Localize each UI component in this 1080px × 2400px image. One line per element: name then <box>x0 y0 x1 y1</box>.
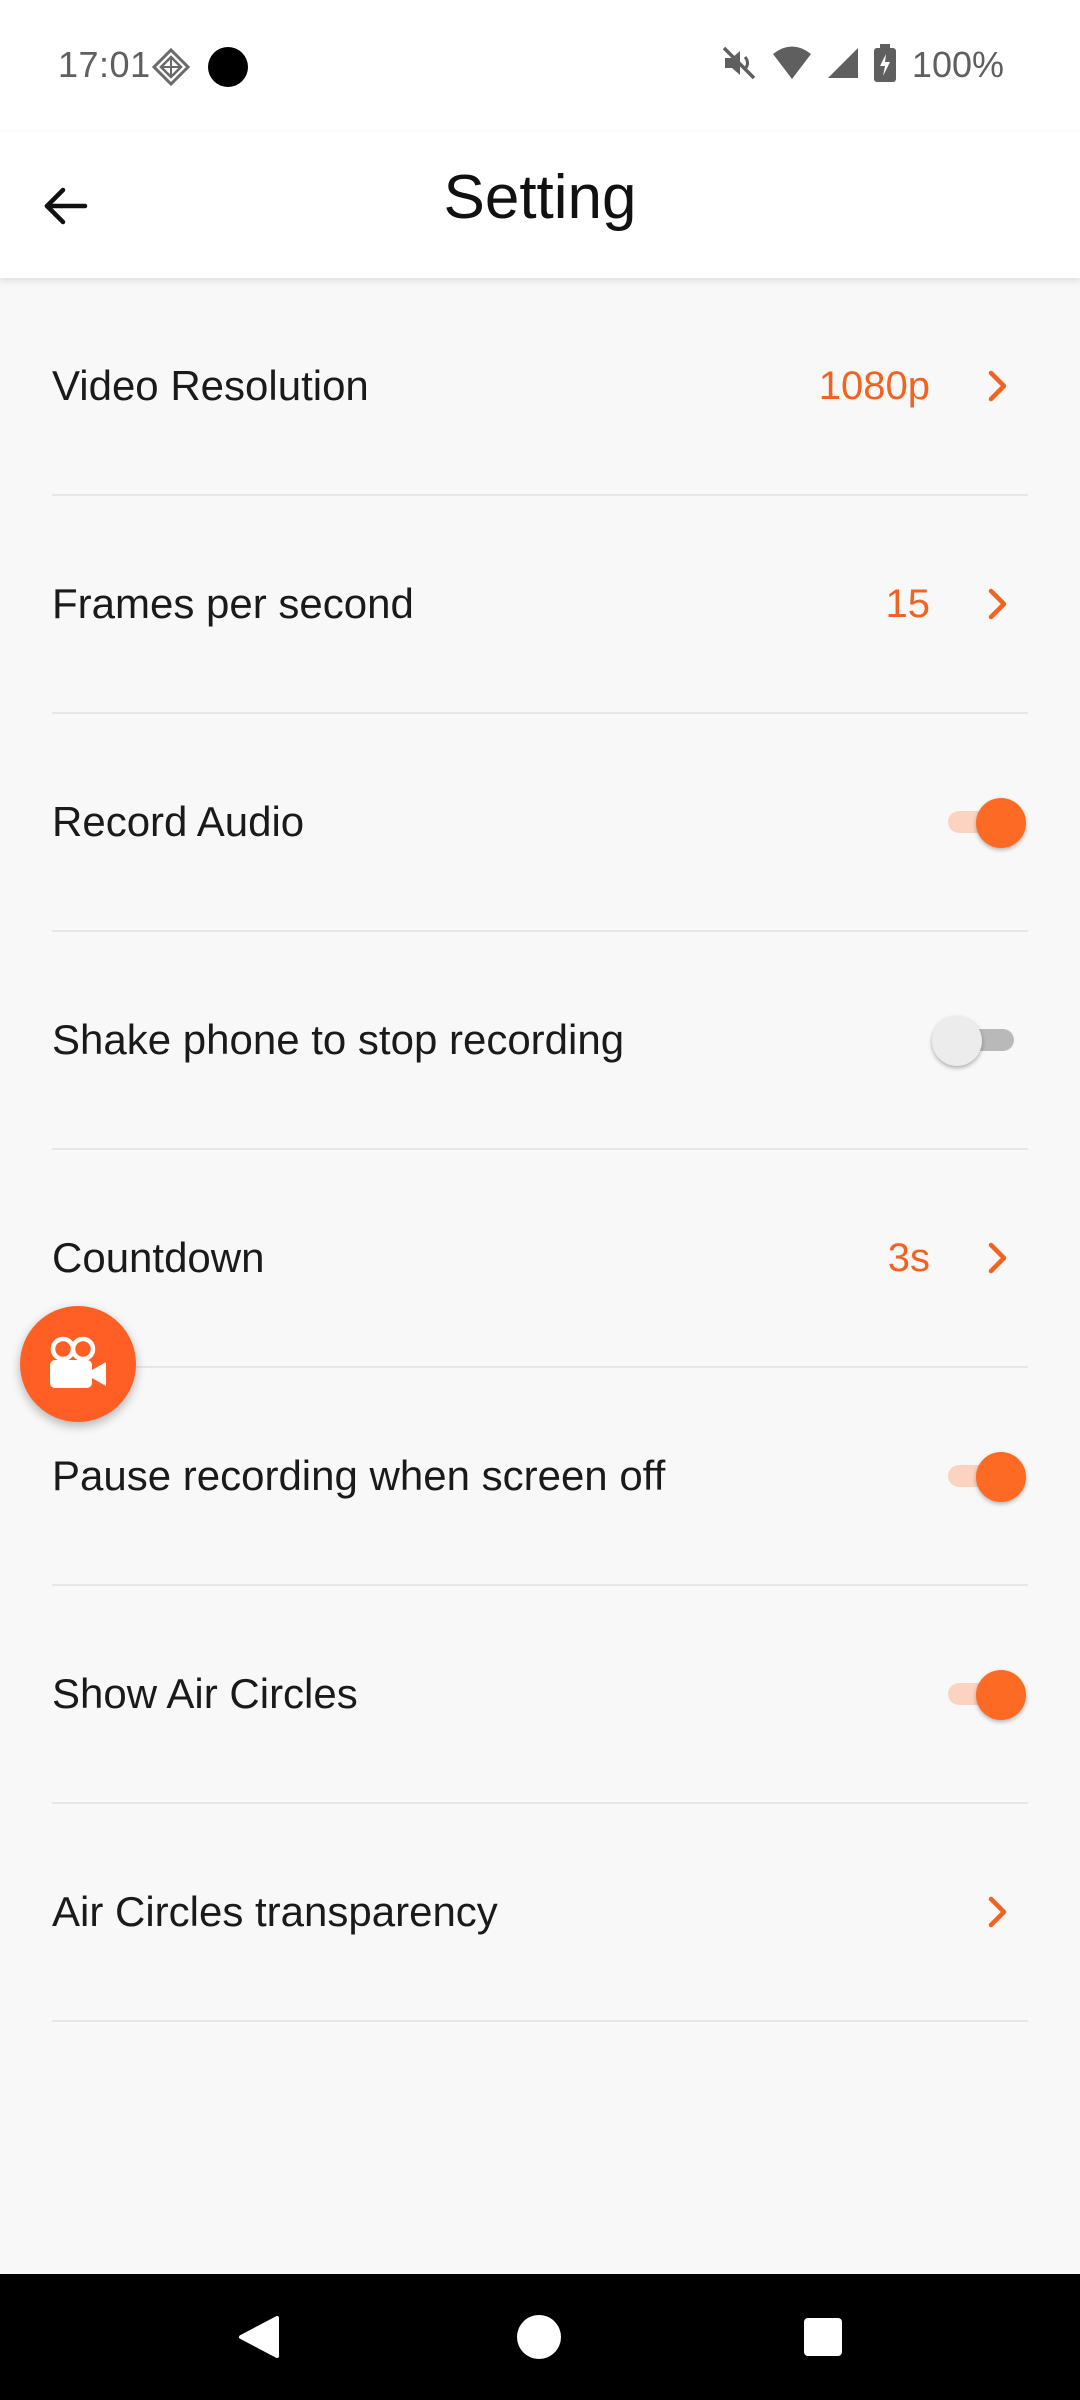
nav-recents-icon[interactable] <box>798 2312 848 2362</box>
chevron-right-icon <box>988 370 1007 402</box>
setting-pause-screen-off: Pause recording when screen off <box>0 1368 1080 1586</box>
status-bar: 17:01 100% <box>0 0 1080 132</box>
floating-record-button[interactable] <box>20 1306 136 1422</box>
divider <box>52 2020 1028 2022</box>
status-icons: 100% <box>720 42 1004 88</box>
settings-list: Video Resolution 1080p Frames per second… <box>0 278 1080 2022</box>
nav-back-icon[interactable] <box>233 2312 283 2362</box>
page-title: Setting <box>443 163 637 232</box>
setting-value: 3s <box>887 1236 930 1280</box>
signal-icon <box>826 46 860 85</box>
setting-video-resolution[interactable]: Video Resolution 1080p <box>0 278 1080 496</box>
setting-label: Shake phone to stop recording <box>52 1016 625 1063</box>
show-air-circles-toggle[interactable] <box>932 1666 1028 1722</box>
app-notification-icon <box>151 47 191 87</box>
toggle-knob <box>976 1670 1026 1720</box>
battery-charging-icon <box>873 43 896 87</box>
setting-label: Pause recording when screen off <box>52 1452 666 1499</box>
setting-label: Frames per second <box>52 580 414 627</box>
record-dot-icon <box>208 47 248 87</box>
toggle-knob <box>932 1016 982 1066</box>
mute-icon <box>720 44 758 87</box>
toggle-knob <box>976 1452 1026 1502</box>
nav-home-icon[interactable] <box>514 2312 564 2362</box>
pause-screen-off-toggle[interactable] <box>932 1448 1028 1504</box>
video-camera-icon <box>50 1336 106 1388</box>
status-time: 17:01 <box>58 44 151 85</box>
chevron-right-icon <box>988 588 1007 620</box>
setting-label: Show Air Circles <box>52 1670 358 1717</box>
battery-percentage: 100% <box>911 44 1004 85</box>
setting-show-air-circles: Show Air Circles <box>0 1586 1080 1804</box>
setting-record-audio: Record Audio <box>0 714 1080 932</box>
setting-air-circles-transparency[interactable]: Air Circles transparency <box>0 1804 1080 2022</box>
toggle-knob <box>976 798 1026 848</box>
setting-shake-to-stop: Shake phone to stop recording <box>0 932 1080 1150</box>
setting-value: 15 <box>885 582 931 626</box>
app-bar: Setting <box>0 132 1080 278</box>
setting-countdown[interactable]: Countdown 3s <box>0 1150 1080 1368</box>
chevron-right-icon <box>988 1242 1007 1274</box>
wifi-icon <box>772 45 812 86</box>
setting-frames-per-second[interactable]: Frames per second 15 <box>0 496 1080 714</box>
chevron-right-icon <box>988 1896 1007 1928</box>
shake-to-stop-toggle[interactable] <box>932 1012 1028 1068</box>
record-audio-toggle[interactable] <box>932 794 1028 850</box>
setting-label: Air Circles transparency <box>52 1888 498 1935</box>
navigation-bar <box>0 2274 1080 2400</box>
setting-label: Video Resolution <box>52 362 369 409</box>
setting-value: 1080p <box>818 364 930 408</box>
setting-label: Record Audio <box>52 798 305 845</box>
